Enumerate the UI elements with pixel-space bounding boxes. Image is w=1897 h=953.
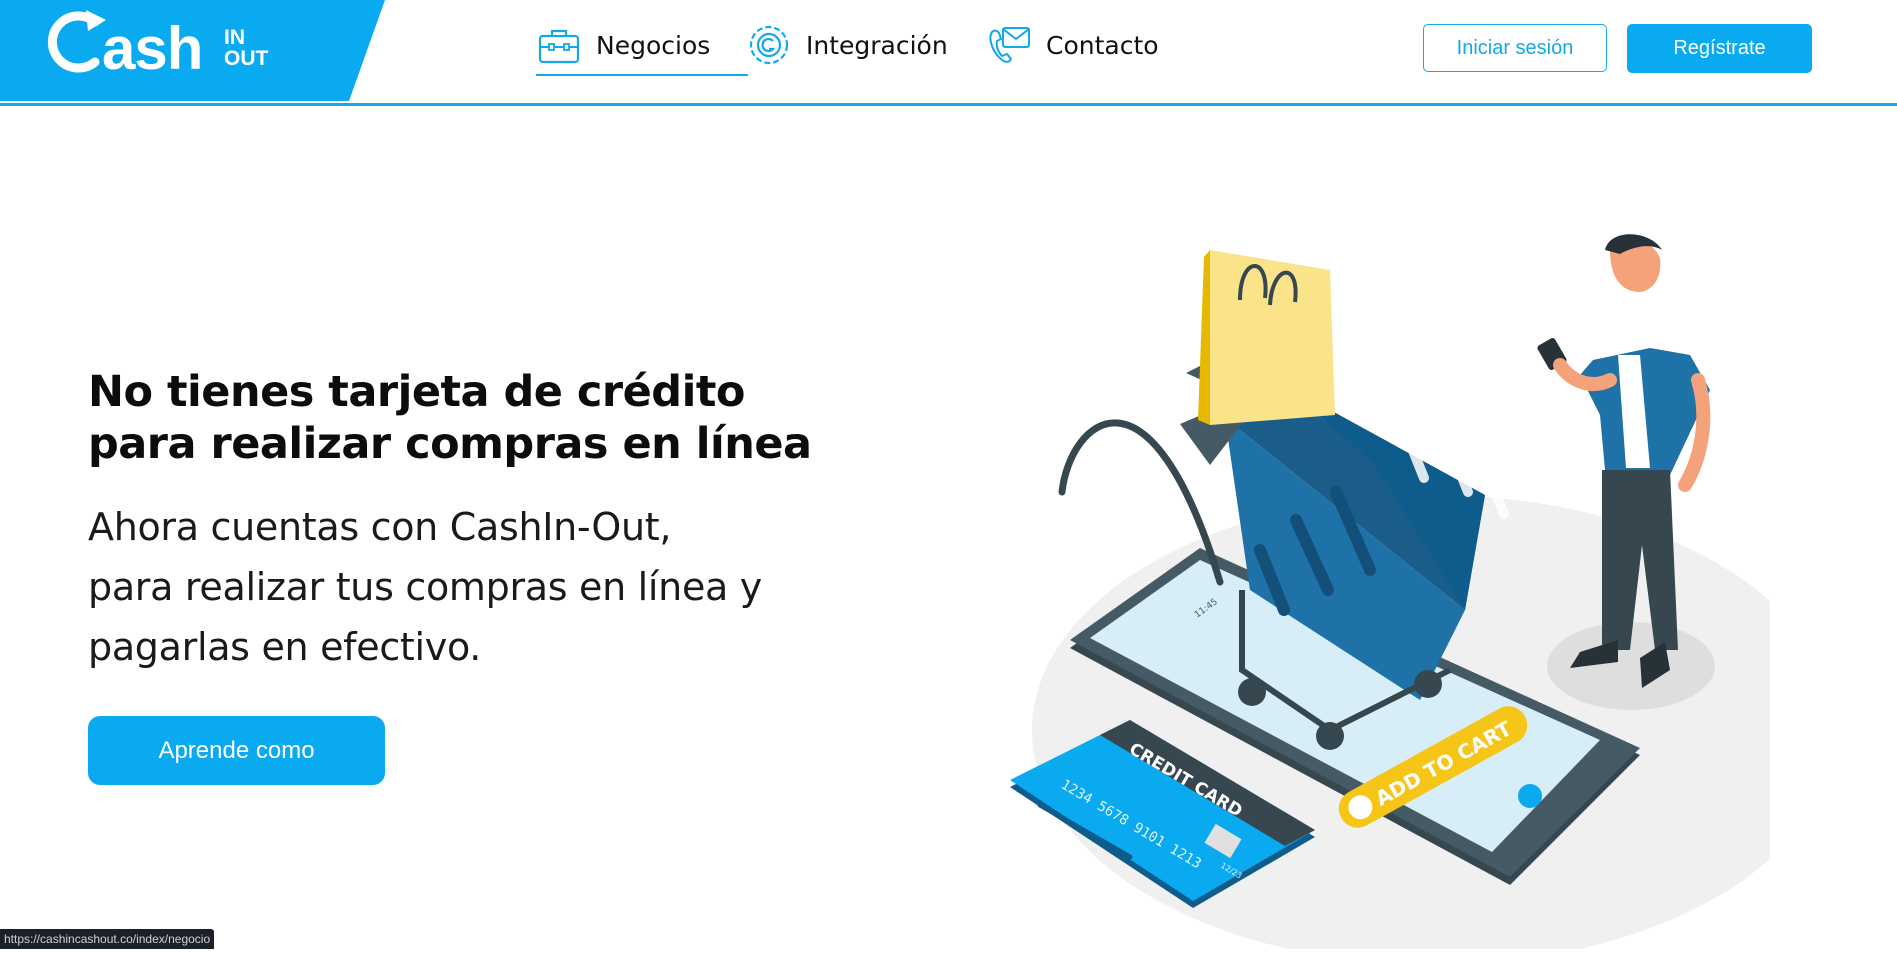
status-bar-url: https://cashincashout.co/index/negocio [0, 929, 215, 949]
briefcase-icon [536, 22, 582, 68]
hero-title-line-1: No tienes tarjeta de crédito [88, 367, 745, 417]
nav-item-negocios[interactable]: Negocios [536, 14, 710, 76]
learn-how-button[interactable]: Aprende como [88, 716, 385, 785]
hero-subtitle-line-3: pagarlas en efectivo. [88, 625, 482, 669]
brand-logo[interactable]: ash IN OUT [0, 0, 385, 101]
hero-title-line-2: para realizar compras en línea [88, 419, 812, 469]
brand-out: OUT [224, 47, 269, 70]
nav-item-contacto[interactable]: Contacto [986, 14, 1159, 76]
hero-title: No tienes tarjeta de crédito para realiz… [88, 366, 848, 470]
nav-label-negocios: Negocios [596, 30, 711, 60]
nav-item-integracion[interactable]: Integración [746, 14, 948, 76]
hero-subtitle-line-2: para realizar tus compras en línea y [88, 565, 762, 609]
brand-word: ash [102, 15, 203, 82]
shopping-illustration: 11:45 ADD TO CART CREDIT CARD 1234 5678 … [950, 230, 1836, 953]
mail-phone-icon [986, 22, 1032, 68]
gear-integration-icon [746, 22, 792, 68]
active-nav-underline [536, 74, 748, 76]
login-button[interactable]: Iniciar sesión [1423, 24, 1607, 72]
shopping-bag-illustration [1198, 250, 1335, 425]
nav-label-integracion: Integración [806, 30, 948, 60]
nav-label-contacto: Contacto [1046, 30, 1159, 60]
register-button[interactable]: Regístrate [1627, 24, 1812, 73]
hero-subtitle-line-1: Ahora cuentas con CashIn-Out, [88, 505, 672, 549]
hero-subtitle: Ahora cuentas con CashIn-Out, para reali… [88, 497, 848, 677]
brand-in: IN [224, 26, 245, 49]
top-header: ash IN OUT Negocios Integración Contacto… [0, 0, 1897, 106]
